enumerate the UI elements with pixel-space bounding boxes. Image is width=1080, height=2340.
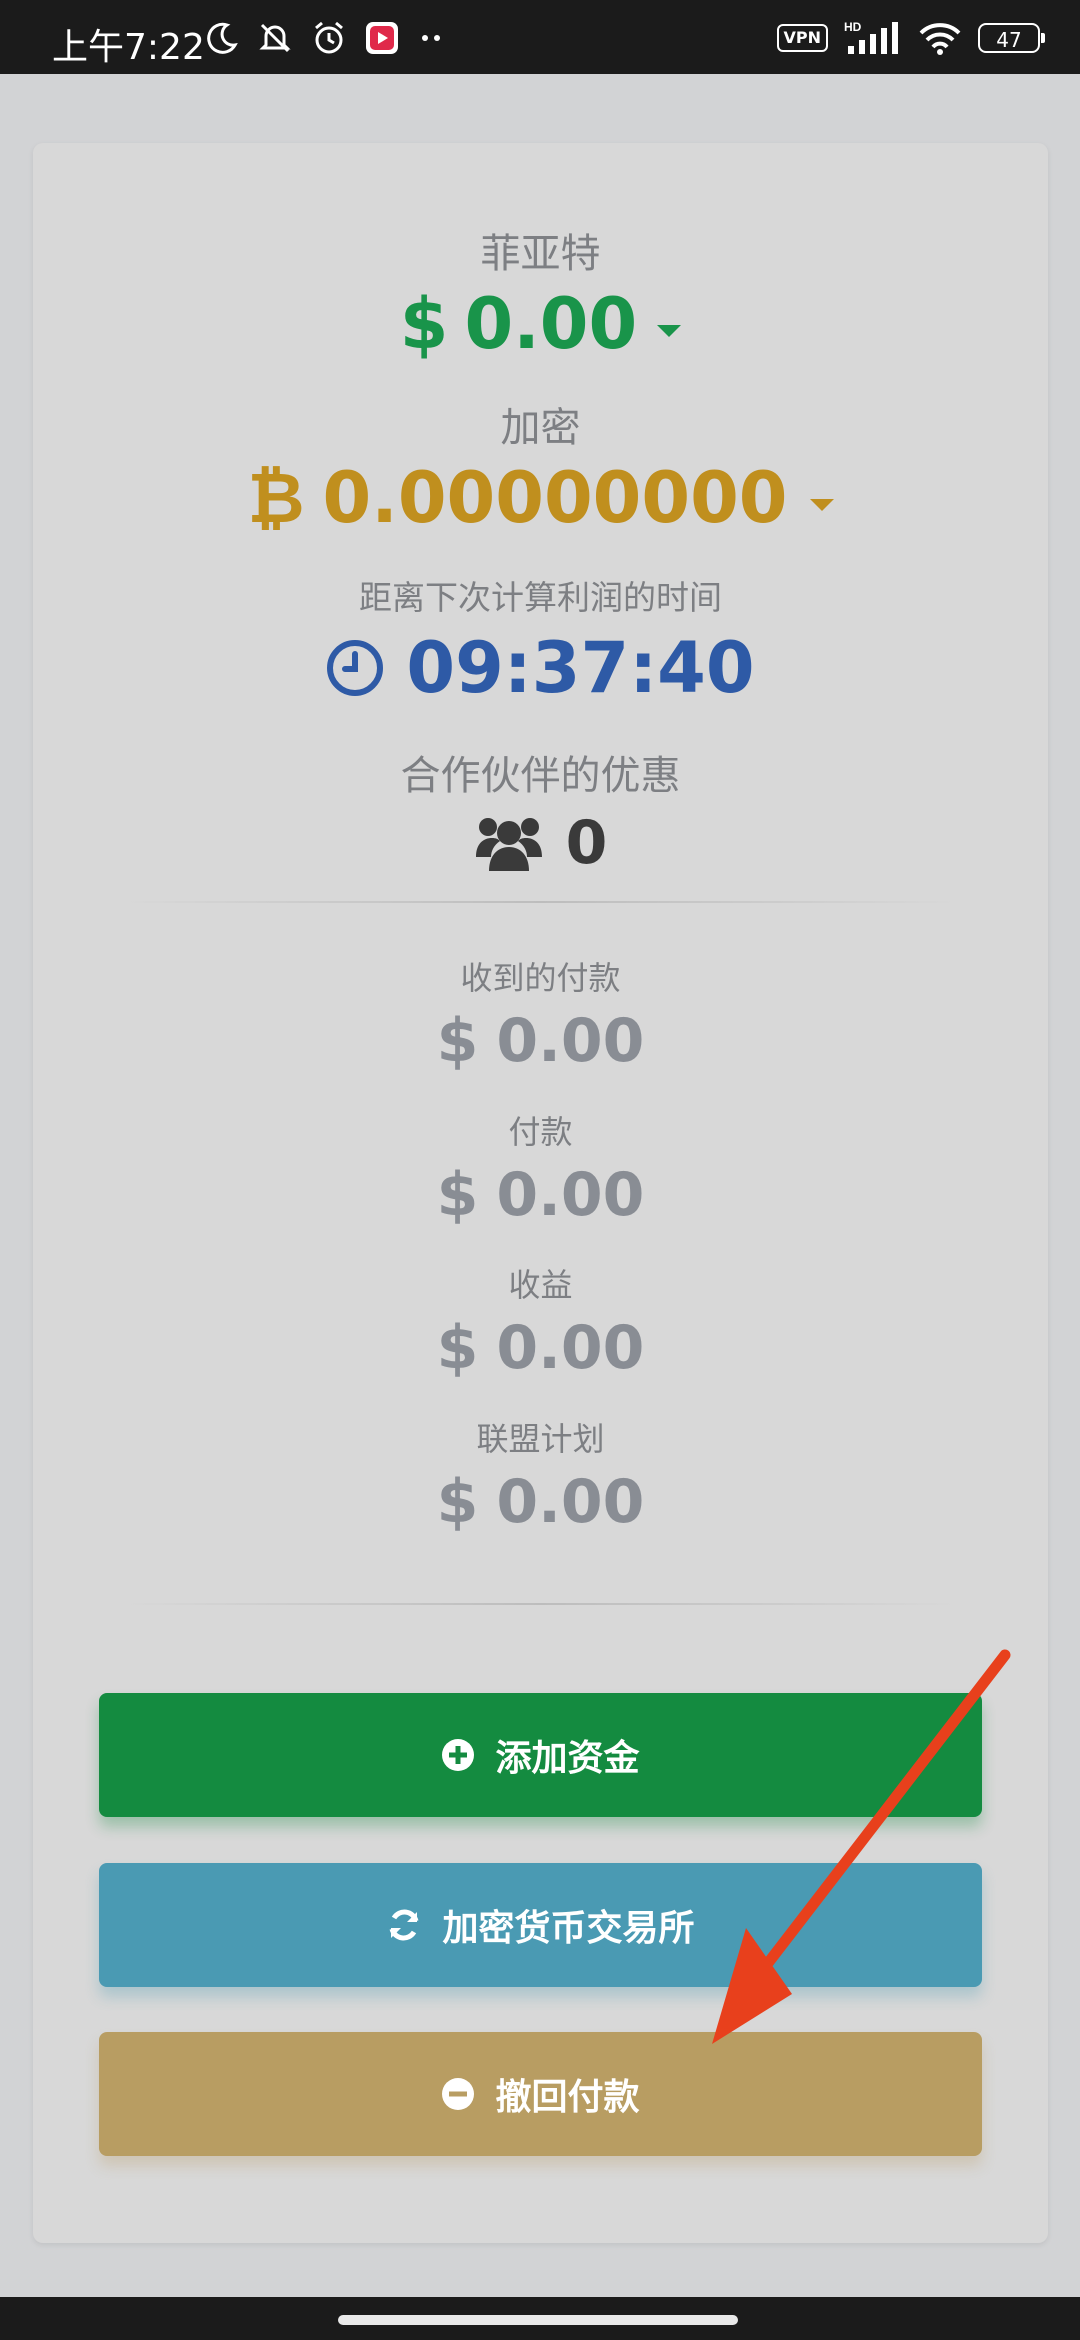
withdraw-payment-button[interactable]: 撤回付款 xyxy=(99,2032,982,2156)
signal-icon: HD xyxy=(844,20,898,54)
fiat-label: 菲亚特 xyxy=(480,231,601,277)
fiat-balance-selector[interactable]: $ 0.00 xyxy=(33,279,1048,369)
received-payments-value: 0.00 xyxy=(496,1006,645,1076)
wallet-card: 菲亚特 $ 0.00 加密 ₿ 0.00000000 距离下次计算利润的时间 0… xyxy=(33,143,1048,2243)
profit-timer: 09:37:40 xyxy=(33,623,1048,713)
payments-value: 0.00 xyxy=(496,1160,645,1230)
crypto-exchange-button[interactable]: 加密货币交易所 xyxy=(99,1863,982,1987)
partner-bonus-label: 合作伙伴的优惠 xyxy=(400,753,681,799)
affiliate-program-label: 联盟计划 xyxy=(476,1420,605,1458)
home-gesture-handle[interactable] xyxy=(338,2315,738,2325)
partner-bonus: 0 xyxy=(33,803,1048,883)
plus-circle-icon xyxy=(442,1739,475,1771)
clock-icon xyxy=(327,640,384,696)
crypto-balance-value: 0.00000000 xyxy=(322,457,788,539)
partner-bonus-value: 0 xyxy=(565,808,608,878)
earnings-value: 0.00 xyxy=(496,1313,645,1383)
dollar-icon: $ xyxy=(436,1160,479,1230)
divider xyxy=(123,901,958,903)
add-funds-label: 添加资金 xyxy=(495,1738,640,1779)
users-icon xyxy=(475,818,542,871)
moon-icon xyxy=(207,22,238,54)
refresh-icon xyxy=(390,1909,419,1941)
status-time: 上午7:22 xyxy=(52,27,205,68)
profit-timer-label: 距离下次计算利润的时间 xyxy=(359,578,722,617)
bitcoin-icon: ₿ xyxy=(247,457,305,539)
navigation-bar xyxy=(0,2297,1080,2340)
affiliate-program: $ 0.00 xyxy=(33,1462,1048,1542)
affiliate-program-value: 0.00 xyxy=(496,1467,645,1537)
earnings-label: 收益 xyxy=(508,1266,573,1304)
withdraw-payment-label: 撤回付款 xyxy=(495,2077,640,2118)
network-label: HD xyxy=(844,20,862,34)
received-payments: $ 0.00 xyxy=(33,1001,1048,1081)
caret-down-icon xyxy=(657,325,682,337)
status-icons-left xyxy=(205,20,445,56)
profit-timer-value: 09:37:40 xyxy=(406,627,755,709)
battery-icon: 47 xyxy=(978,23,1045,53)
more-dots-icon xyxy=(422,35,440,41)
earnings: $ 0.00 xyxy=(33,1308,1048,1388)
status-icons-right: VPN HD 47 xyxy=(776,20,1045,56)
status-bar: 上午7:22 VPN HD 47 xyxy=(0,0,1080,74)
caret-down-icon xyxy=(809,499,834,511)
dollar-icon: $ xyxy=(436,1467,479,1537)
wifi-icon xyxy=(919,23,961,55)
app-notification-icon xyxy=(366,22,398,54)
crypto-exchange-label: 加密货币交易所 xyxy=(442,1908,695,1949)
crypto-label: 加密 xyxy=(500,405,581,451)
payments-label: 付款 xyxy=(508,1113,573,1151)
bell-muted-icon xyxy=(259,23,291,53)
vpn-badge: VPN xyxy=(776,24,828,52)
minus-circle-icon xyxy=(442,2078,475,2110)
dollar-icon: $ xyxy=(399,283,449,365)
dollar-icon: $ xyxy=(436,1006,479,1076)
dollar-icon: $ xyxy=(436,1313,479,1383)
divider xyxy=(123,1603,958,1605)
add-funds-button[interactable]: 添加资金 xyxy=(99,1693,982,1817)
received-payments-label: 收到的付款 xyxy=(460,959,621,997)
crypto-balance-selector[interactable]: ₿ 0.00000000 xyxy=(33,453,1048,543)
alarm-icon xyxy=(315,21,343,54)
payments: $ 0.00 xyxy=(33,1155,1048,1235)
fiat-balance-value: 0.00 xyxy=(464,283,638,365)
